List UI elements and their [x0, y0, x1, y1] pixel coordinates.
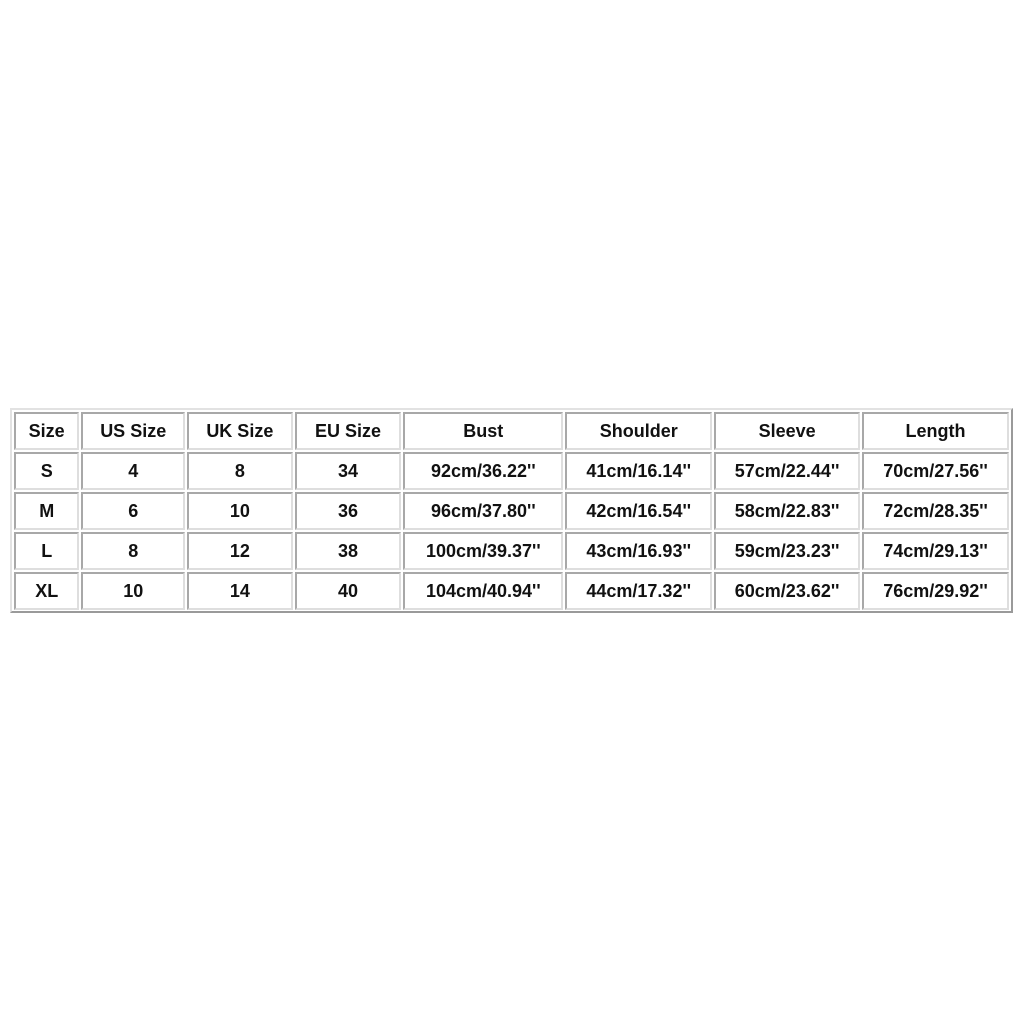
header-length: Length: [862, 412, 1009, 450]
cell-us-size: 6: [81, 492, 186, 530]
cell-bust: 96cm/37.80'': [403, 492, 564, 530]
cell-shoulder: 44cm/17.32'': [565, 572, 713, 610]
cell-shoulder: 41cm/16.14'': [565, 452, 713, 490]
header-eu-size: EU Size: [294, 412, 402, 450]
cell-length: 74cm/29.13'': [862, 532, 1009, 570]
cell-uk-size: 14: [187, 572, 293, 610]
table-row: XL 10 14 40 104cm/40.94'' 44cm/17.32'' 6…: [14, 572, 1009, 610]
cell-us-size: 4: [81, 452, 186, 490]
cell-sleeve: 59cm/23.23'': [714, 532, 861, 570]
cell-uk-size: 8: [187, 452, 293, 490]
size-chart-table: Size US Size UK Size EU Size Bust Should…: [12, 410, 1011, 612]
table-row: M 6 10 36 96cm/37.80'' 42cm/16.54'' 58cm…: [14, 492, 1009, 530]
cell-size: S: [14, 452, 80, 490]
cell-sleeve: 57cm/22.44'': [714, 452, 861, 490]
cell-shoulder: 43cm/16.93'': [565, 532, 713, 570]
header-bust: Bust: [403, 412, 564, 450]
cell-bust: 92cm/36.22'': [403, 452, 564, 490]
cell-size: XL: [14, 572, 80, 610]
cell-uk-size: 12: [187, 532, 293, 570]
cell-length: 70cm/27.56'': [862, 452, 1009, 490]
table-row: L 8 12 38 100cm/39.37'' 43cm/16.93'' 59c…: [14, 532, 1009, 570]
cell-size: L: [14, 532, 80, 570]
cell-length: 76cm/29.92'': [862, 572, 1009, 610]
size-chart-table-frame: Size US Size UK Size EU Size Bust Should…: [10, 408, 1013, 613]
cell-eu-size: 40: [294, 572, 402, 610]
cell-eu-size: 34: [294, 452, 402, 490]
cell-us-size: 10: [81, 572, 186, 610]
cell-bust: 104cm/40.94'': [403, 572, 564, 610]
header-uk-size: UK Size: [187, 412, 293, 450]
cell-bust: 100cm/39.37'': [403, 532, 564, 570]
cell-eu-size: 38: [294, 532, 402, 570]
cell-sleeve: 58cm/22.83'': [714, 492, 861, 530]
cell-us-size: 8: [81, 532, 186, 570]
cell-length: 72cm/28.35'': [862, 492, 1009, 530]
header-size: Size: [14, 412, 80, 450]
header-shoulder: Shoulder: [565, 412, 713, 450]
header-us-size: US Size: [81, 412, 186, 450]
cell-shoulder: 42cm/16.54'': [565, 492, 713, 530]
table-header-row: Size US Size UK Size EU Size Bust Should…: [14, 412, 1009, 450]
cell-sleeve: 60cm/23.62'': [714, 572, 861, 610]
cell-eu-size: 36: [294, 492, 402, 530]
cell-size: M: [14, 492, 80, 530]
table-row: S 4 8 34 92cm/36.22'' 41cm/16.14'' 57cm/…: [14, 452, 1009, 490]
cell-uk-size: 10: [187, 492, 293, 530]
header-sleeve: Sleeve: [714, 412, 861, 450]
